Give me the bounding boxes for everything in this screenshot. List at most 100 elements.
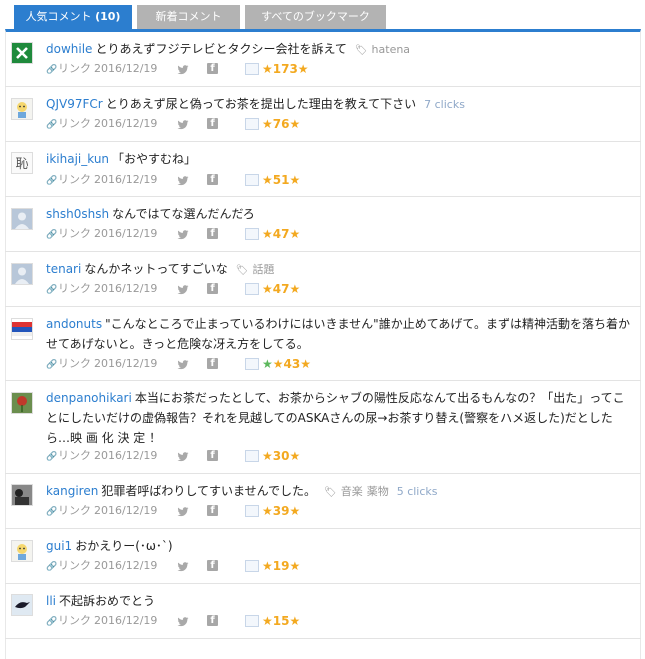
- twitter-share-icon[interactable]: [177, 118, 189, 130]
- add-star-icon[interactable]: [245, 358, 259, 370]
- twitter-share-icon[interactable]: [177, 358, 189, 370]
- facebook-share-icon[interactable]: f: [207, 358, 218, 369]
- twitter-share-icon[interactable]: [177, 615, 189, 627]
- comment-meta: 🔗リンク 2016/12/19 f ★39★: [46, 501, 346, 521]
- add-star-icon[interactable]: [245, 505, 259, 517]
- comment-item: shsh0shsh なんではてな選んだんだろ 🔗リンク 2016/12/19 f ★47★: [5, 197, 641, 252]
- comment-username[interactable]: gui1: [46, 539, 72, 553]
- comment-meta: 🔗リンク 2016/12/19 f ★51★: [46, 170, 346, 190]
- add-star-icon[interactable]: [245, 615, 259, 627]
- permalink-link[interactable]: リンク: [58, 614, 91, 627]
- user-avatar-flower-icon[interactable]: [11, 392, 33, 414]
- comment-date[interactable]: 2016/12/19: [94, 446, 157, 466]
- link-icon: 🔗: [46, 507, 58, 517]
- add-star-icon[interactable]: [245, 174, 259, 186]
- user-avatar-kanji-icon[interactable]: 恥: [11, 152, 33, 174]
- permalink-link[interactable]: リンク: [58, 449, 91, 462]
- star-count[interactable]: ★173★: [262, 59, 309, 79]
- comment-date[interactable]: 2016/12/19: [94, 224, 157, 244]
- comment-tag[interactable]: hatena: [372, 43, 411, 56]
- star-count[interactable]: ★47★: [262, 224, 300, 244]
- comment-line: kangiren 犯罪者呼ばわりしてすいませんでした。 🏷 音楽 薬物 5 clicks: [46, 481, 633, 503]
- user-avatar-default-user-icon[interactable]: [11, 208, 33, 230]
- user-avatar-bird-icon[interactable]: [11, 594, 33, 616]
- twitter-share-icon[interactable]: [177, 63, 189, 75]
- user-avatar-photo-icon[interactable]: [11, 484, 33, 506]
- permalink-link[interactable]: リンク: [58, 227, 91, 240]
- comment-date[interactable]: 2016/12/19: [94, 501, 157, 521]
- user-avatar-default-user-icon[interactable]: [11, 263, 33, 285]
- facebook-share-icon[interactable]: f: [207, 450, 218, 461]
- comment-username[interactable]: andonuts: [46, 317, 102, 331]
- comment-date[interactable]: 2016/12/19: [94, 556, 157, 576]
- twitter-share-icon[interactable]: [177, 560, 189, 572]
- user-avatar-character-icon[interactable]: [11, 98, 33, 120]
- star-count[interactable]: ★30★: [262, 446, 300, 466]
- facebook-share-icon[interactable]: f: [207, 505, 218, 516]
- link-icon: 🔗: [46, 176, 58, 186]
- comment-username[interactable]: ikihaji_kun: [46, 152, 109, 166]
- comment-date[interactable]: 2016/12/19: [94, 170, 157, 190]
- facebook-share-icon[interactable]: f: [207, 615, 218, 626]
- add-star-icon[interactable]: [245, 560, 259, 572]
- comment-tag[interactable]: 音楽: [341, 485, 363, 498]
- comment-tag[interactable]: 話題: [252, 263, 274, 276]
- comment-date[interactable]: 2016/12/19: [94, 354, 157, 374]
- tag-icon: 🏷: [235, 265, 249, 276]
- user-avatar-flag-icon[interactable]: [11, 318, 33, 340]
- permalink-link[interactable]: リンク: [58, 282, 91, 295]
- comment-date[interactable]: 2016/12/19: [94, 611, 157, 631]
- permalink-link[interactable]: リンク: [58, 504, 91, 517]
- twitter-share-icon[interactable]: [177, 283, 189, 295]
- comment-username[interactable]: shsh0shsh: [46, 207, 109, 221]
- twitter-share-icon[interactable]: [177, 505, 189, 517]
- tab-all-bookmarks[interactable]: すべてのブックマーク: [245, 5, 386, 29]
- add-star-icon[interactable]: [245, 450, 259, 462]
- comment-username[interactable]: tenari: [46, 262, 81, 276]
- permalink-link[interactable]: リンク: [58, 173, 91, 186]
- add-star-icon[interactable]: [245, 63, 259, 75]
- facebook-share-icon[interactable]: f: [207, 174, 218, 185]
- star-count[interactable]: ★19★: [262, 556, 300, 576]
- star-count[interactable]: ★47★: [262, 279, 300, 299]
- comment-username[interactable]: dowhile: [46, 42, 92, 56]
- permalink-link[interactable]: リンク: [58, 62, 91, 75]
- star-count[interactable]: ★15★: [262, 611, 300, 631]
- facebook-share-icon[interactable]: f: [207, 228, 218, 239]
- comment-tag[interactable]: 薬物: [367, 485, 389, 498]
- star-count[interactable]: ★★43★: [262, 354, 311, 374]
- comment-username[interactable]: kangiren: [46, 484, 98, 498]
- comment-date[interactable]: 2016/12/19: [94, 279, 157, 299]
- twitter-share-icon[interactable]: [177, 450, 189, 462]
- tab-popular-count: (10): [95, 10, 121, 23]
- comment-item: andonuts "こんなところで止まっているわけにはいきません"誰か止めてあげて…: [5, 307, 641, 381]
- comment-date[interactable]: 2016/12/19: [94, 114, 157, 134]
- comment-username[interactable]: QJV97FCr: [46, 97, 103, 111]
- comment-line: tenari なんかネットってすごいな 🏷 話題: [46, 259, 633, 281]
- user-avatar-character-icon[interactable]: [11, 540, 33, 562]
- permalink-link[interactable]: リンク: [58, 559, 91, 572]
- twitter-share-icon[interactable]: [177, 228, 189, 240]
- comment-meta: 🔗リンク 2016/12/19 f ★173★: [46, 59, 346, 79]
- comment-text: なんではてな選んだんだろ: [112, 207, 255, 221]
- star-count[interactable]: ★51★: [262, 170, 300, 190]
- star-count[interactable]: ★76★: [262, 114, 300, 134]
- permalink-link[interactable]: リンク: [58, 117, 91, 130]
- add-star-icon[interactable]: [245, 228, 259, 240]
- star-value: ★47★: [262, 227, 301, 241]
- star-count[interactable]: ★39★: [262, 501, 300, 521]
- facebook-share-icon[interactable]: f: [207, 283, 218, 294]
- tab-new-comments[interactable]: 新着コメント: [137, 5, 240, 29]
- add-star-icon[interactable]: [245, 283, 259, 295]
- add-star-icon[interactable]: [245, 118, 259, 130]
- facebook-share-icon[interactable]: f: [207, 118, 218, 129]
- comment-username[interactable]: lli: [46, 594, 56, 608]
- twitter-share-icon[interactable]: [177, 174, 189, 186]
- user-avatar-x-icon[interactable]: [11, 42, 33, 64]
- tab-popular-comments[interactable]: 人気コメント (10): [14, 5, 132, 29]
- facebook-share-icon[interactable]: f: [207, 63, 218, 74]
- permalink-link[interactable]: リンク: [58, 357, 91, 370]
- comment-date[interactable]: 2016/12/19: [94, 59, 157, 79]
- comment-username[interactable]: denpanohikari: [46, 391, 132, 405]
- facebook-share-icon[interactable]: f: [207, 560, 218, 571]
